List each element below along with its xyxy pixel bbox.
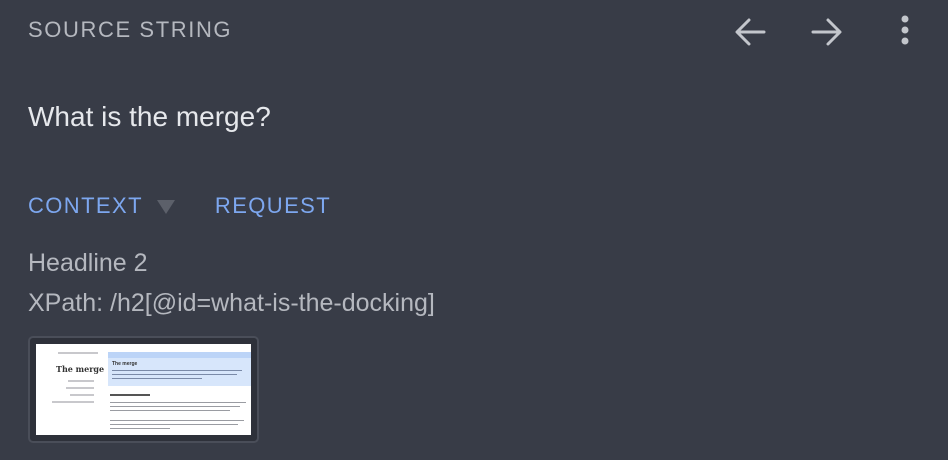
thumb-text-line [110,406,240,407]
thumb-text-line [112,370,242,371]
thumb-text-line [110,424,238,425]
context-screenshot-thumbnail[interactable]: The merge The merge [28,336,259,443]
thumb-heading-line [110,394,150,396]
thumb-text-line [112,378,202,379]
thumb-page-title: The merge [56,364,105,374]
previous-button[interactable] [730,15,770,49]
thumb-nav-line [52,401,94,403]
thumb-nav-bar [58,352,98,354]
xpath-text: XPath: /h2[@id=what-is-the-docking] [28,289,435,317]
arrow-left-icon [735,18,766,46]
tab-context-label: CONTEXT [28,193,143,218]
thumb-text-line [110,420,244,421]
next-button[interactable] [807,15,847,49]
thumb-highlight-header [108,352,251,358]
tab-request[interactable]: REQUEST [215,193,331,219]
section-label: SOURCE STRING [28,17,233,42]
caret-down-icon [156,200,175,214]
source-string-panel: SOURCE STRING What is the merge? CONTEXT… [0,0,948,460]
element-type: Headline 2 [28,249,148,277]
thumb-highlight-title: The merge [112,361,138,367]
more-options-button[interactable] [885,15,925,49]
context-details: Headline 2 XPath: /h2[@id=what-is-the-do… [28,243,435,323]
thumb-nav-line [70,394,94,396]
more-vertical-icon [901,15,909,45]
thumb-text-line [110,410,230,411]
thumbnail-image: The merge The merge [36,344,251,435]
tab-context[interactable]: CONTEXT [28,193,175,219]
thumb-text-line [110,428,170,429]
context-tabs: CONTEXT REQUEST [28,191,331,221]
source-string-text: What is the merge? [28,101,271,132]
thumb-text-line [110,402,246,403]
arrow-right-icon [811,18,842,46]
panel-header: SOURCE STRING [28,15,948,49]
thumb-nav-line [66,387,94,389]
thumb-nav-line [68,380,94,382]
thumb-text-line [112,374,237,375]
